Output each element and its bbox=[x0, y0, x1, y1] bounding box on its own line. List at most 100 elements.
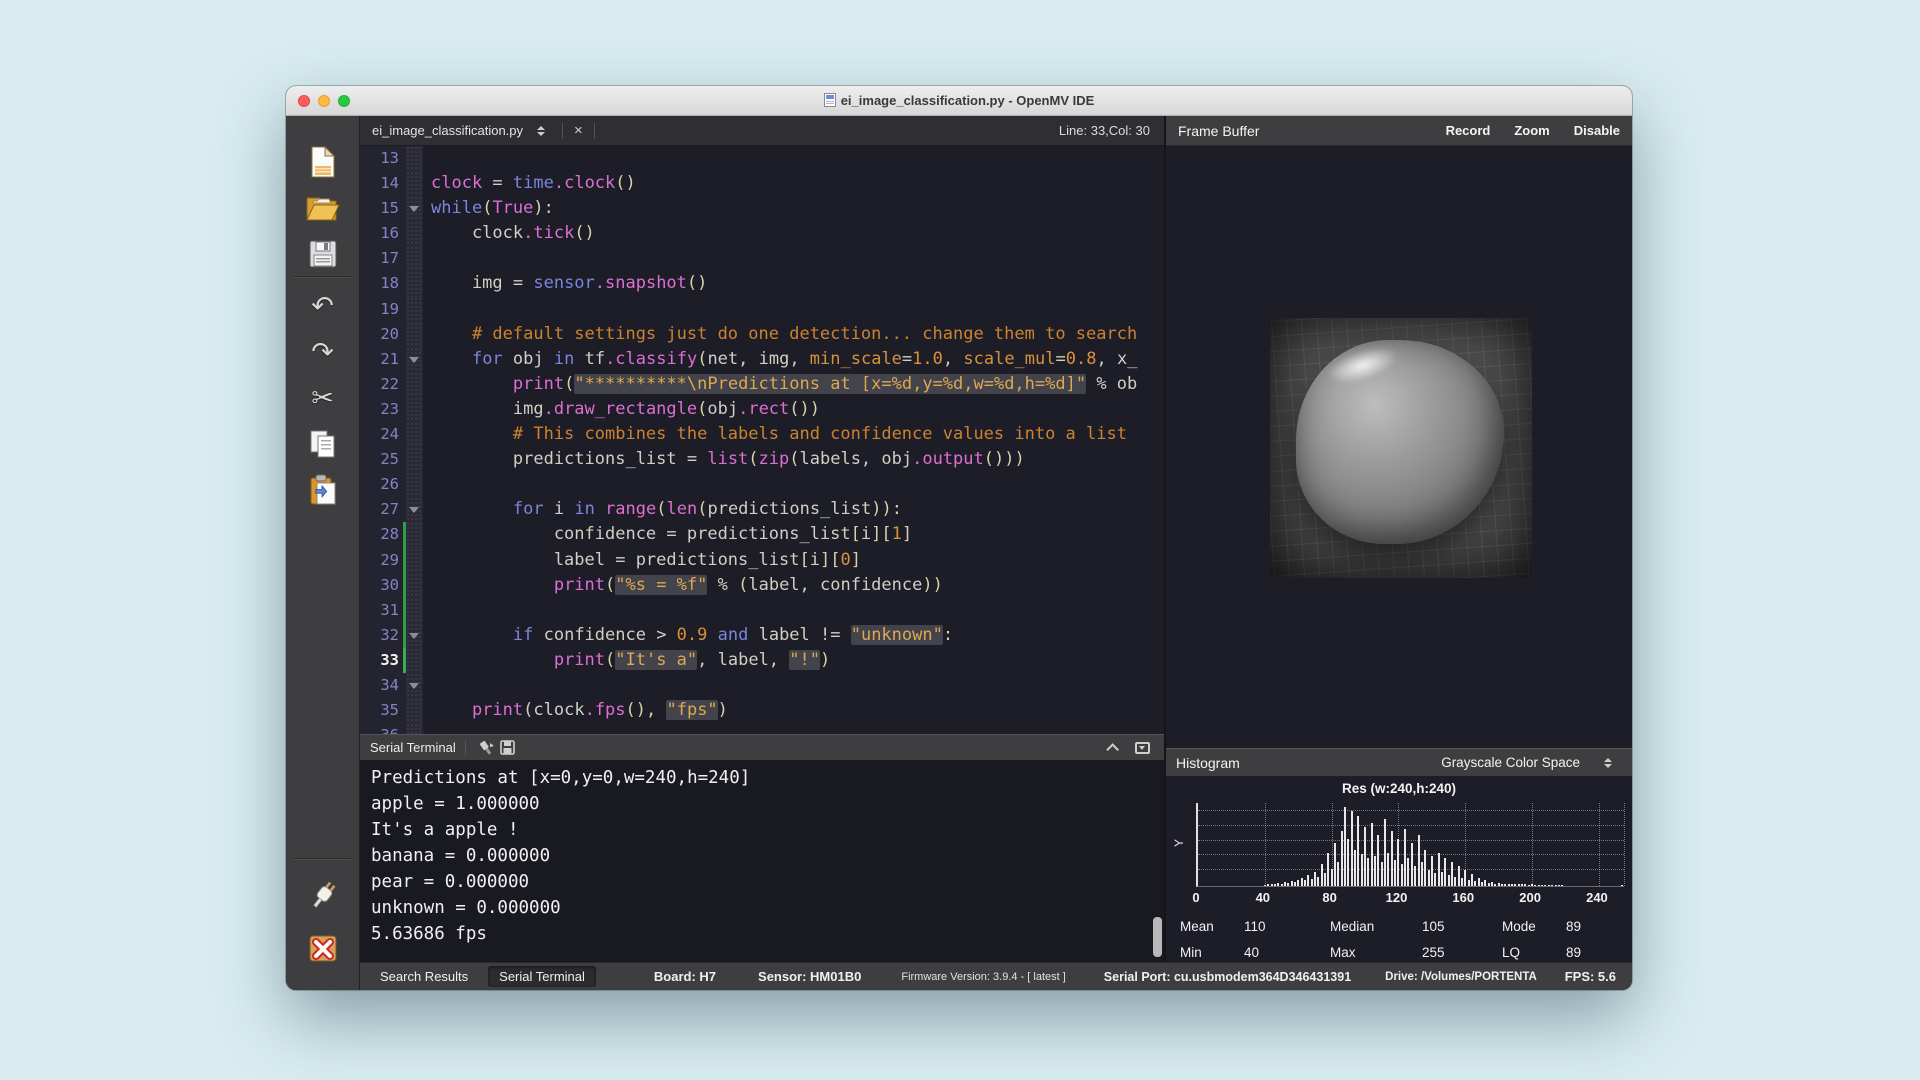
code-line[interactable]: 18 img = sensor.snapshot() bbox=[360, 271, 1164, 297]
fold-arrow-icon[interactable] bbox=[409, 507, 419, 514]
hist-bar bbox=[1507, 884, 1510, 886]
fold-arrow-icon[interactable] bbox=[409, 682, 419, 689]
code-line[interactable]: 28 confidence = predictions_list[i][1] bbox=[360, 522, 1164, 548]
status-tab-search-results[interactable]: Search Results bbox=[369, 966, 479, 987]
histogram-chart bbox=[1196, 803, 1625, 887]
redo-icon[interactable]: ↷ bbox=[301, 332, 345, 372]
serial-terminal-output[interactable]: Predictions at [x=0,y=0,w=240,h=240] appl… bbox=[360, 760, 1164, 962]
new-file-icon[interactable] bbox=[301, 142, 345, 182]
tab-sort-icon[interactable] bbox=[537, 125, 546, 136]
serial-port-status: Serial Port: cu.usbmodem364D346431391 bbox=[1103, 969, 1352, 984]
code-line[interactable]: 21 for obj in tf.classify(net, img, min_… bbox=[360, 346, 1164, 372]
code-line[interactable]: 16 clock.tick() bbox=[360, 221, 1164, 247]
code-line[interactable]: 27 for i in range(len(predictions_list))… bbox=[360, 497, 1164, 523]
hist-bar bbox=[1511, 883, 1514, 886]
terminal-line: banana = 0.000000 bbox=[371, 846, 551, 866]
h-gridline bbox=[1198, 809, 1624, 811]
terminal-line: It's a apple ! bbox=[371, 820, 519, 840]
code-line[interactable]: 32 if confidence > 0.9 and label != "unk… bbox=[360, 622, 1164, 648]
connect-icon[interactable] bbox=[301, 876, 345, 916]
detach-terminal-icon[interactable] bbox=[1135, 741, 1150, 754]
terminal-scrollbar[interactable] bbox=[1153, 917, 1162, 957]
code-line[interactable]: 33 print("It's a", label, "!") bbox=[360, 647, 1164, 673]
code-text: print("It's a", label, "!") bbox=[553, 649, 831, 670]
hist-bar bbox=[1470, 874, 1473, 886]
histogram-stats-row-1: Mean110Median105Mode89StDev30 bbox=[1180, 914, 1626, 938]
code-text: print("%s = %f" % (label, confidence)) bbox=[553, 574, 943, 595]
disconnect-icon[interactable] bbox=[301, 928, 345, 968]
code-line[interactable]: 26 bbox=[360, 472, 1164, 498]
disable-button[interactable]: Disable bbox=[1574, 123, 1620, 138]
stat-value: 40 bbox=[1244, 944, 1260, 960]
hist-bar bbox=[1267, 884, 1270, 886]
code-line[interactable]: 29 label = predictions_list[i][0] bbox=[360, 547, 1164, 573]
undo-icon[interactable]: ↶ bbox=[301, 286, 345, 326]
clear-terminal-icon[interactable] bbox=[475, 738, 497, 758]
hist-bar bbox=[1527, 885, 1530, 886]
hist-bar bbox=[1541, 885, 1544, 886]
hist-bar bbox=[1467, 879, 1470, 886]
hist-bar bbox=[1270, 883, 1273, 886]
hist-bar bbox=[1277, 882, 1280, 886]
code-line[interactable]: 30 print("%s = %f" % (label, confidence)… bbox=[360, 572, 1164, 598]
hist-bar bbox=[1297, 879, 1300, 886]
code-text: clock = time.clock() bbox=[431, 173, 636, 194]
code-line[interactable]: 23 img.draw_rectangle(obj.rect()) bbox=[360, 396, 1164, 423]
code-line[interactable]: 13 bbox=[360, 146, 1164, 172]
fold-column bbox=[406, 271, 423, 297]
frame-buffer-view[interactable] bbox=[1166, 146, 1632, 748]
titlebar: ei_image_classification.py - OpenMV IDE bbox=[286, 86, 1632, 116]
status-tab-serial-terminal[interactable]: Serial Terminal bbox=[488, 966, 596, 987]
zoom-button[interactable]: Zoom bbox=[1514, 123, 1549, 138]
fold-column bbox=[406, 296, 423, 322]
hist-bar bbox=[1501, 883, 1504, 886]
record-button[interactable]: Record bbox=[1446, 123, 1491, 138]
status-bar: Search Results Serial Terminal Board: H7… bbox=[360, 962, 1632, 990]
drive-status: Drive: /Volumes/PORTENTA bbox=[1385, 970, 1537, 983]
cut-icon[interactable]: ✂ bbox=[301, 378, 345, 418]
code-line[interactable]: 34 bbox=[360, 672, 1164, 699]
hist-bar bbox=[1417, 834, 1420, 886]
tab-label: ei_image_classification.py bbox=[372, 123, 524, 138]
hist-bar bbox=[1390, 830, 1393, 886]
code-line[interactable]: 17 bbox=[360, 246, 1164, 272]
code-editor[interactable]: 13 14 clock = time.clock() 15 while(True): 16… bbox=[360, 146, 1164, 734]
colorspace-select[interactable]: Grayscale Color Space bbox=[1441, 755, 1622, 770]
hist-bar bbox=[1537, 885, 1540, 886]
code-line[interactable]: 24 # This combines the labels and confid… bbox=[360, 422, 1164, 448]
paste-icon[interactable] bbox=[301, 470, 345, 510]
x-axis-ticks: 0 40 80 120 160 200 240 bbox=[1192, 890, 1624, 908]
fold-arrow-icon[interactable] bbox=[409, 206, 419, 213]
hist-bar bbox=[1450, 862, 1453, 886]
hist-bar bbox=[1387, 852, 1390, 886]
code-line[interactable]: 25 predictions_list = list(zip(labels, o… bbox=[360, 447, 1164, 473]
fold-arrow-icon[interactable] bbox=[409, 632, 419, 639]
code-line[interactable]: 14 clock = time.clock() bbox=[360, 171, 1164, 197]
code-line[interactable]: 15 while(True): bbox=[360, 196, 1164, 222]
save-log-icon[interactable] bbox=[497, 738, 519, 758]
line-number: 32 bbox=[360, 622, 406, 648]
collapse-terminal-icon[interactable] bbox=[1106, 743, 1119, 756]
tab-ei-image-classification[interactable]: ei_image_classification.py × bbox=[360, 116, 610, 145]
hist-bar bbox=[1380, 862, 1383, 886]
code-line[interactable]: 22 print("**********\nPredictions at [x=… bbox=[360, 371, 1164, 397]
code-line[interactable]: 36 bbox=[360, 723, 1164, 734]
hist-bar bbox=[1323, 873, 1326, 886]
code-line[interactable]: 35 print(clock.fps(), "fps") bbox=[360, 698, 1164, 724]
copy-icon[interactable] bbox=[301, 424, 345, 464]
cursor-position: Line: 33,Col: 30 bbox=[1058, 123, 1150, 138]
line-number: 22 bbox=[360, 371, 406, 397]
fold-arrow-icon[interactable] bbox=[409, 356, 419, 363]
tab-close-icon[interactable]: × bbox=[570, 122, 587, 139]
code-line[interactable]: 20 # default settings just do one detect… bbox=[360, 321, 1164, 347]
code-line[interactable]: 19 bbox=[360, 296, 1164, 322]
serial-terminal-title: Serial Terminal bbox=[370, 740, 456, 755]
firmware-status: Firmware Version: 3.9.4 - [ latest ] bbox=[901, 970, 1066, 983]
open-file-icon[interactable] bbox=[301, 188, 345, 228]
code-line[interactable]: 31 bbox=[360, 597, 1164, 623]
x-tick-label: 200 bbox=[1519, 890, 1541, 905]
code-text: for i in range(len(predictions_list)): bbox=[512, 499, 902, 520]
hist-bar bbox=[1350, 810, 1353, 886]
save-file-icon[interactable] bbox=[301, 234, 345, 274]
hist-bar bbox=[1303, 880, 1306, 886]
